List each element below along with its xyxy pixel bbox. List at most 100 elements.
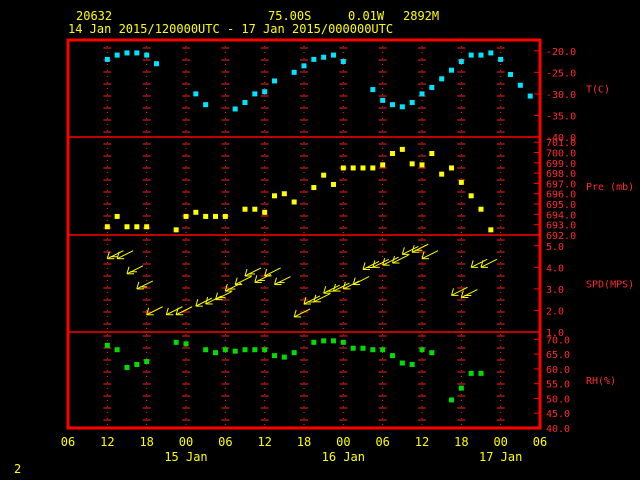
temp-point xyxy=(370,87,376,93)
pres-point xyxy=(350,165,356,171)
temp-point xyxy=(498,56,504,62)
temp-point xyxy=(429,84,435,90)
temp-point xyxy=(154,61,159,67)
temp-point xyxy=(488,50,494,56)
x-tick-label: 18 xyxy=(139,435,153,449)
y-tick-label: -25.0 xyxy=(546,68,576,79)
pres-point xyxy=(281,191,287,197)
rh-point xyxy=(429,350,435,356)
panel-label-pres: Pre (mb) xyxy=(586,182,634,193)
x-tick-label: 06 xyxy=(218,435,232,449)
pres-point xyxy=(272,193,277,199)
x-tick-label: 00 xyxy=(493,435,507,449)
page-number: 2 xyxy=(14,462,21,476)
pres-point xyxy=(331,181,336,187)
temp-point xyxy=(449,67,454,73)
rh-point xyxy=(468,370,474,376)
rh-point xyxy=(350,345,356,351)
rh-point xyxy=(124,364,130,370)
y-tick-label: 2.0 xyxy=(546,306,564,317)
rh-point xyxy=(213,350,218,356)
pres-point xyxy=(183,213,189,219)
rh-point xyxy=(449,397,454,403)
y-tick-label: 60.0 xyxy=(546,365,570,376)
rh-point xyxy=(104,342,110,348)
x-tick-label: 00 xyxy=(179,435,193,449)
pres-point xyxy=(311,185,317,191)
pres-point xyxy=(222,213,228,219)
x-tick-label: 06 xyxy=(533,435,547,449)
temp-point xyxy=(134,50,140,56)
rh-point xyxy=(252,347,258,353)
x-day-label: 15 Jan xyxy=(164,450,207,464)
rh-point xyxy=(409,361,415,367)
pres-point xyxy=(380,162,386,168)
y-tick-label: 40.0 xyxy=(546,424,570,435)
temp-point xyxy=(508,71,513,77)
rh-point xyxy=(478,370,484,376)
y-tick-label: -35.0 xyxy=(546,111,576,122)
temp-point xyxy=(291,69,297,75)
temp-point xyxy=(104,56,110,62)
rh-point xyxy=(399,360,405,366)
pres-point xyxy=(262,209,268,215)
pres-point xyxy=(488,227,494,233)
pres-point xyxy=(114,213,120,219)
panel-label-temp: T(C) xyxy=(586,85,610,96)
temp-point xyxy=(252,91,258,97)
temp-point xyxy=(331,52,336,58)
x-tick-label: 06 xyxy=(61,435,75,449)
rh-point xyxy=(262,347,268,353)
y-tick-label: 45.0 xyxy=(546,409,570,420)
rh-point xyxy=(458,385,464,391)
x-day-label: 17 Jan xyxy=(479,450,522,464)
temp-point xyxy=(272,78,277,84)
pres-point xyxy=(104,224,110,230)
temp-point xyxy=(232,106,238,112)
pres-point xyxy=(449,165,454,171)
station-latitude: 75.00S xyxy=(268,9,311,23)
station-meteogram: 20632 75.00S 0.01W 2892M 14 Jan 2015/120… xyxy=(14,9,634,476)
rh-point xyxy=(222,347,228,353)
rh-point xyxy=(370,347,376,353)
temp-point xyxy=(419,91,425,97)
pres-point xyxy=(173,227,179,233)
x-tick-label: 18 xyxy=(297,435,311,449)
rh-point xyxy=(291,350,297,356)
pres-point xyxy=(193,209,199,215)
x-tick-label: 12 xyxy=(257,435,271,449)
x-tick-label: 12 xyxy=(100,435,114,449)
rh-point xyxy=(173,339,179,345)
rh-point xyxy=(360,345,366,351)
rh-point xyxy=(114,347,120,353)
plot-area: 06 12 18 00 06 12 18 00 06 12 18 00 06 15 Jan 16 Jan 17… xyxy=(61,38,634,464)
rh-point xyxy=(331,338,336,344)
temp-point xyxy=(203,102,209,108)
pres-point xyxy=(439,171,445,177)
rh-point xyxy=(321,338,327,344)
pres-point xyxy=(134,224,140,230)
temp-point xyxy=(390,102,395,108)
pres-point xyxy=(419,162,425,168)
x-tick-label: 18 xyxy=(454,435,468,449)
rh-point xyxy=(281,354,287,360)
temp-point xyxy=(193,91,199,97)
pres-point xyxy=(370,165,376,171)
temp-point xyxy=(340,59,346,65)
pres-point xyxy=(468,193,474,199)
temp-point xyxy=(468,52,474,58)
rh-point xyxy=(419,347,425,353)
temp-point xyxy=(242,100,248,106)
y-tick-label: 70.0 xyxy=(546,335,570,346)
x-tick-label: 06 xyxy=(375,435,389,449)
pres-point xyxy=(399,146,405,152)
rh-point xyxy=(390,353,395,359)
rh-point xyxy=(183,341,189,347)
y-tick-label: 55.0 xyxy=(546,380,570,391)
rh-point xyxy=(272,353,277,359)
pres-point xyxy=(390,151,395,157)
temp-point xyxy=(458,59,464,65)
pres-point xyxy=(340,165,346,171)
y-tick-label: 5.0 xyxy=(546,242,564,253)
pres-point xyxy=(213,213,218,219)
